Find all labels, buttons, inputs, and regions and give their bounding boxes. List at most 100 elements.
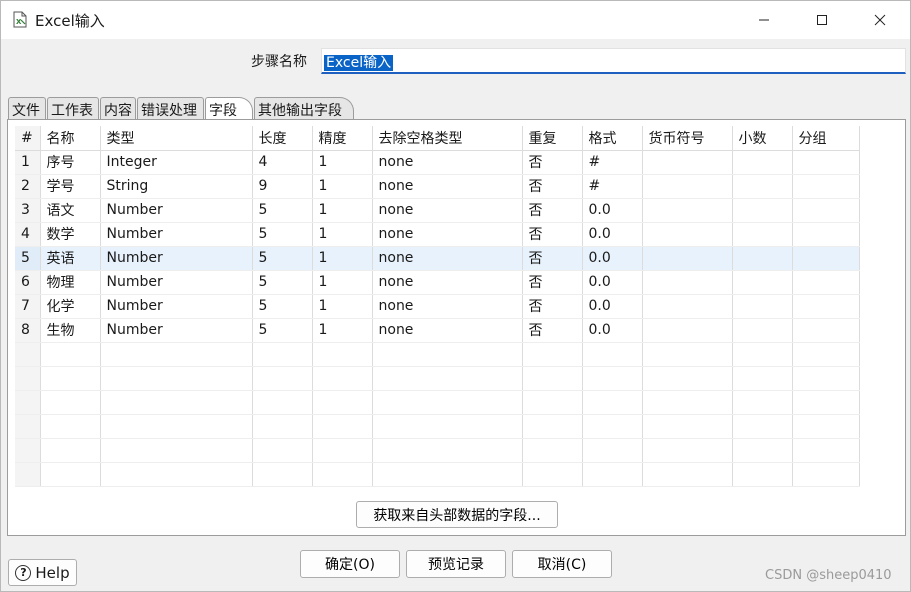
empty-cell[interactable] (642, 414, 733, 439)
empty-cell[interactable] (15, 438, 41, 463)
field-precision-cell[interactable]: 1 (312, 174, 373, 199)
field-type-cell[interactable]: Integer (100, 150, 253, 175)
empty-cell[interactable] (732, 390, 793, 415)
empty-cell[interactable] (100, 438, 253, 463)
field-length-cell[interactable]: 5 (252, 198, 313, 223)
field-currency-cell[interactable] (642, 174, 733, 199)
field-name-cell[interactable]: 英语 (40, 246, 101, 271)
empty-cell[interactable] (372, 366, 523, 391)
empty-table-row[interactable] (15, 342, 860, 367)
field-name-cell[interactable]: 化学 (40, 294, 101, 319)
empty-cell[interactable] (522, 438, 583, 463)
field-format-cell[interactable]: 0.0 (582, 294, 643, 319)
field-precision-cell[interactable]: 1 (312, 270, 373, 295)
field-precision-cell[interactable]: 1 (312, 222, 373, 247)
field-decimal-cell[interactable] (732, 198, 793, 223)
field-name-cell[interactable]: 生物 (40, 318, 101, 343)
field-format-cell[interactable]: 0.0 (582, 246, 643, 271)
field-group-cell[interactable] (792, 270, 860, 295)
column-header-type[interactable]: 类型 (100, 126, 253, 151)
column-header-group[interactable]: 分组 (792, 126, 860, 151)
table-row[interactable]: 3 语文 Number 5 1 none 否 0.0 (15, 198, 860, 223)
table-row[interactable]: 4 数学 Number 5 1 none 否 0.0 (15, 222, 860, 247)
empty-table-row[interactable] (15, 462, 860, 487)
table-row[interactable]: 5 英语 Number 5 1 none 否 0.0 (15, 246, 860, 271)
empty-cell[interactable] (312, 438, 373, 463)
field-repeat-cell[interactable]: 否 (522, 246, 583, 271)
tab-content[interactable]: 内容 (100, 97, 136, 120)
empty-cell[interactable] (642, 462, 733, 487)
field-length-cell[interactable]: 5 (252, 294, 313, 319)
field-precision-cell[interactable]: 1 (312, 150, 373, 175)
field-repeat-cell[interactable]: 否 (522, 150, 583, 175)
empty-cell[interactable] (732, 414, 793, 439)
field-trim-type-cell[interactable]: none (372, 246, 523, 271)
field-length-cell[interactable]: 9 (252, 174, 313, 199)
column-header-currency[interactable]: 货币符号 (642, 126, 733, 151)
empty-cell[interactable] (792, 462, 860, 487)
field-name-cell[interactable]: 物理 (40, 270, 101, 295)
field-type-cell[interactable]: Number (100, 294, 253, 319)
maximize-button[interactable] (793, 1, 851, 39)
empty-cell[interactable] (40, 342, 101, 367)
empty-cell[interactable] (372, 390, 523, 415)
column-header-repeat[interactable]: 重复 (522, 126, 583, 151)
field-repeat-cell[interactable]: 否 (522, 318, 583, 343)
field-name-cell[interactable]: 学号 (40, 174, 101, 199)
field-group-cell[interactable] (792, 150, 860, 175)
empty-cell[interactable] (15, 414, 41, 439)
empty-cell[interactable] (40, 438, 101, 463)
empty-cell[interactable] (792, 414, 860, 439)
field-group-cell[interactable] (792, 246, 860, 271)
column-header-name[interactable]: 名称 (40, 126, 101, 151)
empty-cell[interactable] (372, 342, 523, 367)
empty-cell[interactable] (792, 390, 860, 415)
empty-table-row[interactable] (15, 438, 860, 463)
empty-cell[interactable] (40, 462, 101, 487)
field-length-cell[interactable]: 5 (252, 246, 313, 271)
empty-cell[interactable] (642, 366, 733, 391)
field-type-cell[interactable]: Number (100, 270, 253, 295)
field-type-cell[interactable]: Number (100, 318, 253, 343)
field-precision-cell[interactable]: 1 (312, 198, 373, 223)
empty-cell[interactable] (522, 462, 583, 487)
field-type-cell[interactable]: Number (100, 198, 253, 223)
field-repeat-cell[interactable]: 否 (522, 294, 583, 319)
row-number-cell[interactable]: 1 (15, 150, 41, 175)
field-repeat-cell[interactable]: 否 (522, 222, 583, 247)
field-currency-cell[interactable] (642, 198, 733, 223)
row-number-cell[interactable]: 7 (15, 294, 41, 319)
field-trim-type-cell[interactable]: none (372, 294, 523, 319)
empty-cell[interactable] (312, 342, 373, 367)
empty-cell[interactable] (15, 366, 41, 391)
empty-cell[interactable] (312, 462, 373, 487)
empty-cell[interactable] (582, 390, 643, 415)
row-number-cell[interactable]: 4 (15, 222, 41, 247)
tab-error-handling[interactable]: 错误处理 (137, 97, 204, 120)
field-repeat-cell[interactable]: 否 (522, 198, 583, 223)
empty-cell[interactable] (522, 366, 583, 391)
empty-cell[interactable] (642, 342, 733, 367)
column-header-trim-type[interactable]: 去除空格类型 (372, 126, 523, 151)
field-format-cell[interactable]: # (582, 174, 643, 199)
field-type-cell[interactable]: Number (100, 246, 253, 271)
field-precision-cell[interactable]: 1 (312, 318, 373, 343)
field-decimal-cell[interactable] (732, 318, 793, 343)
field-trim-type-cell[interactable]: none (372, 270, 523, 295)
field-format-cell[interactable]: 0.0 (582, 270, 643, 295)
empty-cell[interactable] (732, 462, 793, 487)
field-currency-cell[interactable] (642, 318, 733, 343)
field-decimal-cell[interactable] (732, 222, 793, 247)
field-currency-cell[interactable] (642, 246, 733, 271)
empty-cell[interactable] (792, 438, 860, 463)
empty-cell[interactable] (372, 414, 523, 439)
help-button[interactable]: ? Help (8, 559, 77, 586)
get-fields-from-header-button[interactable]: 获取来自头部数据的字段... (356, 501, 558, 528)
empty-cell[interactable] (522, 342, 583, 367)
table-row[interactable]: 7 化学 Number 5 1 none 否 0.0 (15, 294, 860, 319)
preview-records-button[interactable]: 预览记录 (406, 550, 506, 578)
empty-cell[interactable] (522, 390, 583, 415)
field-type-cell[interactable]: Number (100, 222, 253, 247)
empty-cell[interactable] (40, 414, 101, 439)
field-length-cell[interactable]: 4 (252, 150, 313, 175)
